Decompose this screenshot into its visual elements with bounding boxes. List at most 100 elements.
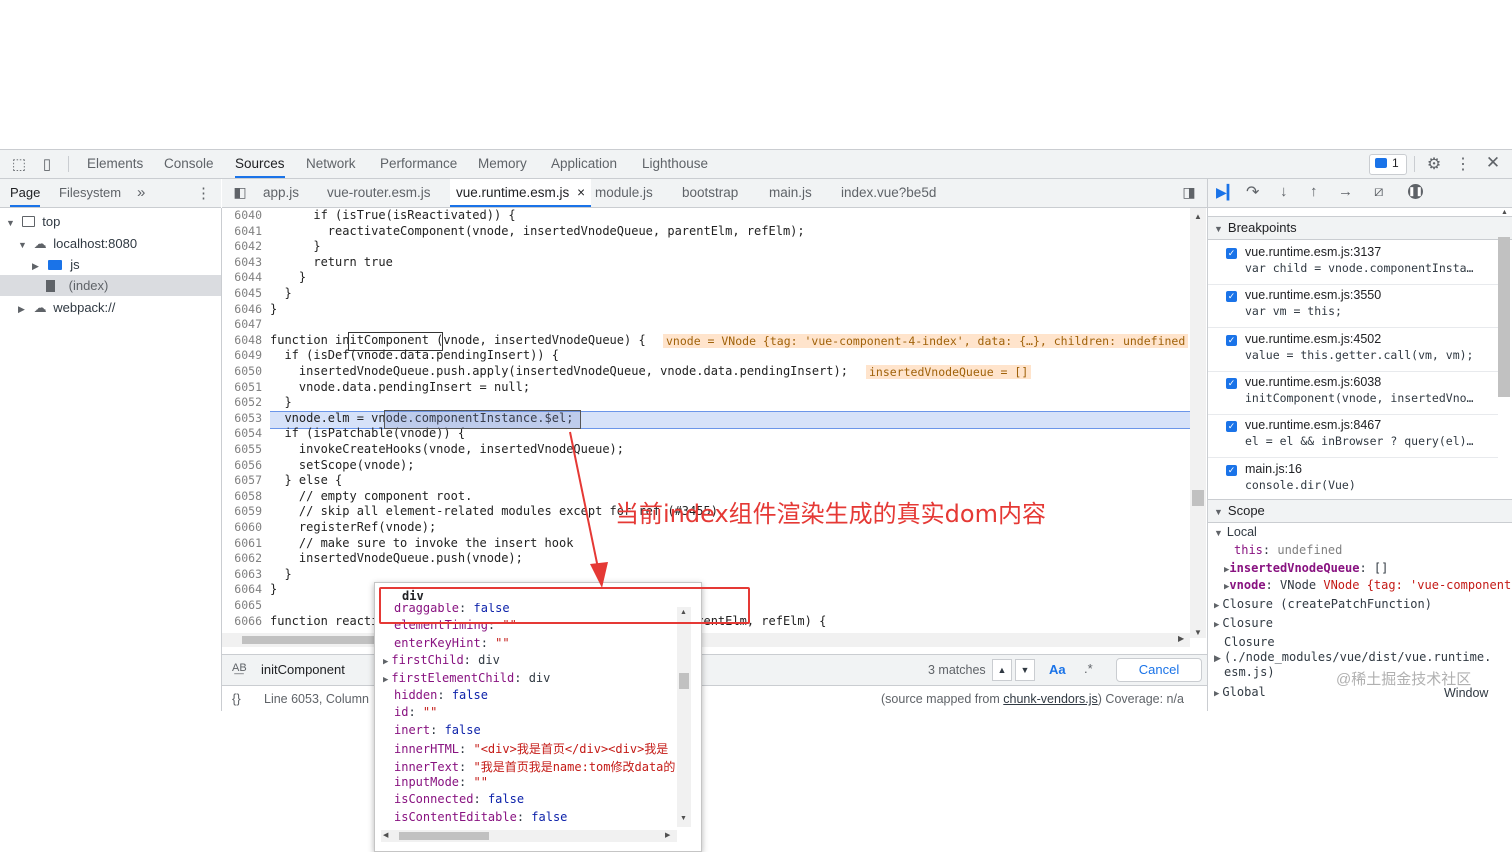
search-prev-button[interactable]: ▲ — [992, 659, 1012, 681]
file-tab[interactable]: app.js — [263, 179, 299, 207]
popover-hscroll-right-icon[interactable]: ▶ — [665, 831, 670, 839]
nav-tab-page[interactable]: Page — [10, 179, 41, 207]
tab-sources[interactable]: Sources — [235, 150, 285, 178]
popover-hscrollbar[interactable]: ◀ ▶ — [381, 830, 677, 842]
settings-gear-icon[interactable]: ⚙ — [1424, 154, 1444, 174]
popover-property[interactable]: ▶ firstElementChild: div — [383, 671, 550, 685]
tab-elements[interactable]: Elements — [87, 150, 143, 178]
popover-hscroll-left-icon[interactable]: ◀ — [383, 831, 388, 839]
breakpoint-checkbox[interactable]: ✓ — [1226, 421, 1237, 433]
breakpoint-item[interactable]: ✓ vue.runtime.esm.js:4502 value = this.get… — [1224, 332, 1494, 372]
tab-application[interactable]: Application — [551, 150, 617, 178]
line-number[interactable]: 6044 — [222, 270, 262, 284]
line-number[interactable]: 6062 — [222, 551, 262, 565]
breakpoint-item[interactable]: ✓ vue.runtime.esm.js:3550 var vm = this; — [1224, 288, 1494, 328]
breakpoints-header[interactable]: ▼ Breakpoints — [1208, 216, 1512, 240]
line-number[interactable]: 6061 — [222, 536, 262, 550]
issues-badge[interactable]: 1 — [1369, 154, 1407, 175]
line-number[interactable]: 6060 — [222, 520, 262, 534]
tab-memory[interactable]: Memory — [478, 150, 527, 178]
sidebar-scrollbar[interactable] — [1498, 237, 1510, 397]
line-number[interactable]: 6046 — [222, 302, 262, 316]
scroll-down-icon[interactable]: ▼ — [1194, 628, 1202, 637]
popover-hscroll-thumb[interactable] — [399, 832, 489, 840]
toggle-debugger-icon[interactable]: ◨ — [1181, 184, 1197, 201]
line-number[interactable]: 6040 — [222, 208, 262, 222]
pause-on-exceptions-icon[interactable]: ❚❚ — [1408, 184, 1423, 199]
file-tab-active[interactable]: vue.runtime.esm.js × — [450, 179, 591, 207]
scroll-up-icon[interactable]: ▲ — [1194, 212, 1202, 221]
tab-console[interactable]: Console — [164, 150, 214, 178]
tree-item-host[interactable]: ▼ ☁ localhost:8080 — [18, 233, 137, 254]
step-icon[interactable]: → — [1338, 183, 1353, 200]
breakpoint-item[interactable]: ✓ vue.runtime.esm.js:8467 el = el && inBro… — [1224, 418, 1494, 458]
breakpoint-item[interactable]: ✓ vue.runtime.esm.js:6038 initComponent(vn… — [1224, 375, 1494, 415]
tree-item-index[interactable]: (index) — [0, 275, 221, 296]
breakpoint-checkbox[interactable]: ✓ — [1226, 291, 1237, 303]
line-number[interactable]: 6050 — [222, 364, 262, 378]
resume-icon[interactable]: ▶▎ — [1216, 184, 1238, 201]
scope-local[interactable]: ▼ Local — [1214, 525, 1257, 539]
search-next-button[interactable]: ▼ — [1015, 659, 1035, 681]
line-number[interactable]: 6064 — [222, 582, 262, 596]
match-case-button[interactable]: Aa — [1049, 662, 1066, 677]
line-number[interactable]: 6047 — [222, 317, 262, 331]
toggle-navigator-icon[interactable]: ◧ — [232, 184, 248, 201]
breakpoint-checkbox[interactable]: ✓ — [1226, 248, 1237, 259]
line-number[interactable]: 6054 — [222, 426, 262, 440]
file-tab[interactable]: main.js — [769, 179, 812, 207]
breakpoint-checkbox[interactable]: ✓ — [1226, 377, 1237, 389]
more-vertical-icon[interactable]: ⋮ — [1455, 154, 1471, 174]
popover-scroll-thumb[interactable] — [679, 673, 689, 689]
breakpoint-item[interactable]: ✓ vue.runtime.esm.js:3137 var child = vnod… — [1224, 245, 1494, 285]
navigator-menu-icon[interactable]: ⋮ — [196, 184, 211, 202]
scope-header[interactable]: ▼ Scope — [1208, 499, 1512, 523]
tree-item-webpack[interactable]: ▶ ☁ webpack:// — [18, 297, 115, 318]
inspect-element-icon[interactable]: ⬚ — [10, 155, 28, 173]
scroll-right-icon[interactable]: ▶ — [1178, 634, 1184, 643]
close-devtools-icon[interactable]: ✕ — [1484, 153, 1502, 173]
search-cancel-button[interactable]: Cancel — [1116, 658, 1202, 682]
line-number[interactable]: 6041 — [222, 224, 262, 238]
sidebar-scroll-up-icon[interactable]: ▲ — [1501, 209, 1508, 216]
line-number[interactable]: 6057 — [222, 473, 262, 487]
line-number[interactable]: 6052 — [222, 395, 262, 409]
tab-network[interactable]: Network — [306, 150, 356, 178]
close-tab-icon[interactable]: × — [577, 185, 585, 200]
line-number[interactable]: 6053 — [222, 411, 262, 425]
scope-closure[interactable]: ▶ Closure — [1214, 616, 1273, 630]
expand-arrow-icon[interactable]: ▶ — [383, 657, 388, 667]
line-number[interactable]: 6066 — [222, 614, 262, 628]
source-file-link[interactable]: chunk-vendors.js — [1003, 692, 1098, 706]
step-into-icon[interactable]: ↓ — [1280, 183, 1288, 200]
scope-var-queue[interactable]: ▶insertedVnodeQueue: [] — [1224, 561, 1388, 575]
popover-property[interactable]: ▶ firstChild: div — [383, 653, 500, 667]
popover-scroll-down-icon[interactable]: ▼ — [680, 815, 687, 822]
tree-item-js[interactable]: ▶ js — [32, 254, 80, 275]
breakpoint-checkbox[interactable]: ✓ — [1226, 464, 1237, 476]
nav-more-tabs[interactable]: » — [137, 179, 145, 207]
deactivate-breakpoints-icon[interactable]: ⧄ — [1374, 183, 1384, 200]
line-number[interactable]: 6055 — [222, 442, 262, 456]
tab-performance[interactable]: Performance — [380, 150, 457, 178]
search-input[interactable]: initComponent — [260, 658, 380, 682]
scope-global[interactable]: ▶ Global — [1214, 685, 1266, 699]
format-icon[interactable]: {} — [232, 691, 241, 706]
editor-hscrollbar[interactable]: ▶ — [222, 633, 1190, 647]
line-number[interactable]: 6049 — [222, 348, 262, 362]
line-number[interactable]: 6045 — [222, 286, 262, 300]
line-number[interactable]: 6056 — [222, 458, 262, 472]
search-replace-icon[interactable]: A͟B — [232, 662, 247, 674]
nav-tab-filesystem[interactable]: Filesystem — [59, 179, 121, 207]
hscroll-thumb[interactable] — [242, 636, 392, 644]
scope-closure-patch[interactable]: ▶ Closure (createPatchFunction) — [1214, 597, 1432, 611]
breakpoint-item[interactable]: ✓ main.js:16 console.dir(Vue) — [1224, 462, 1494, 502]
regex-button[interactable]: .* — [1084, 661, 1093, 676]
line-number[interactable]: 6059 — [222, 504, 262, 518]
line-number[interactable]: 6065 — [222, 598, 262, 612]
popover-vscrollbar[interactable]: ▲ ▼ — [677, 607, 691, 827]
line-number[interactable]: 6063 — [222, 567, 262, 581]
line-number[interactable]: 6048 — [222, 333, 262, 347]
scroll-thumb[interactable] — [1192, 490, 1204, 506]
breakpoint-checkbox[interactable]: ✓ — [1226, 334, 1237, 346]
